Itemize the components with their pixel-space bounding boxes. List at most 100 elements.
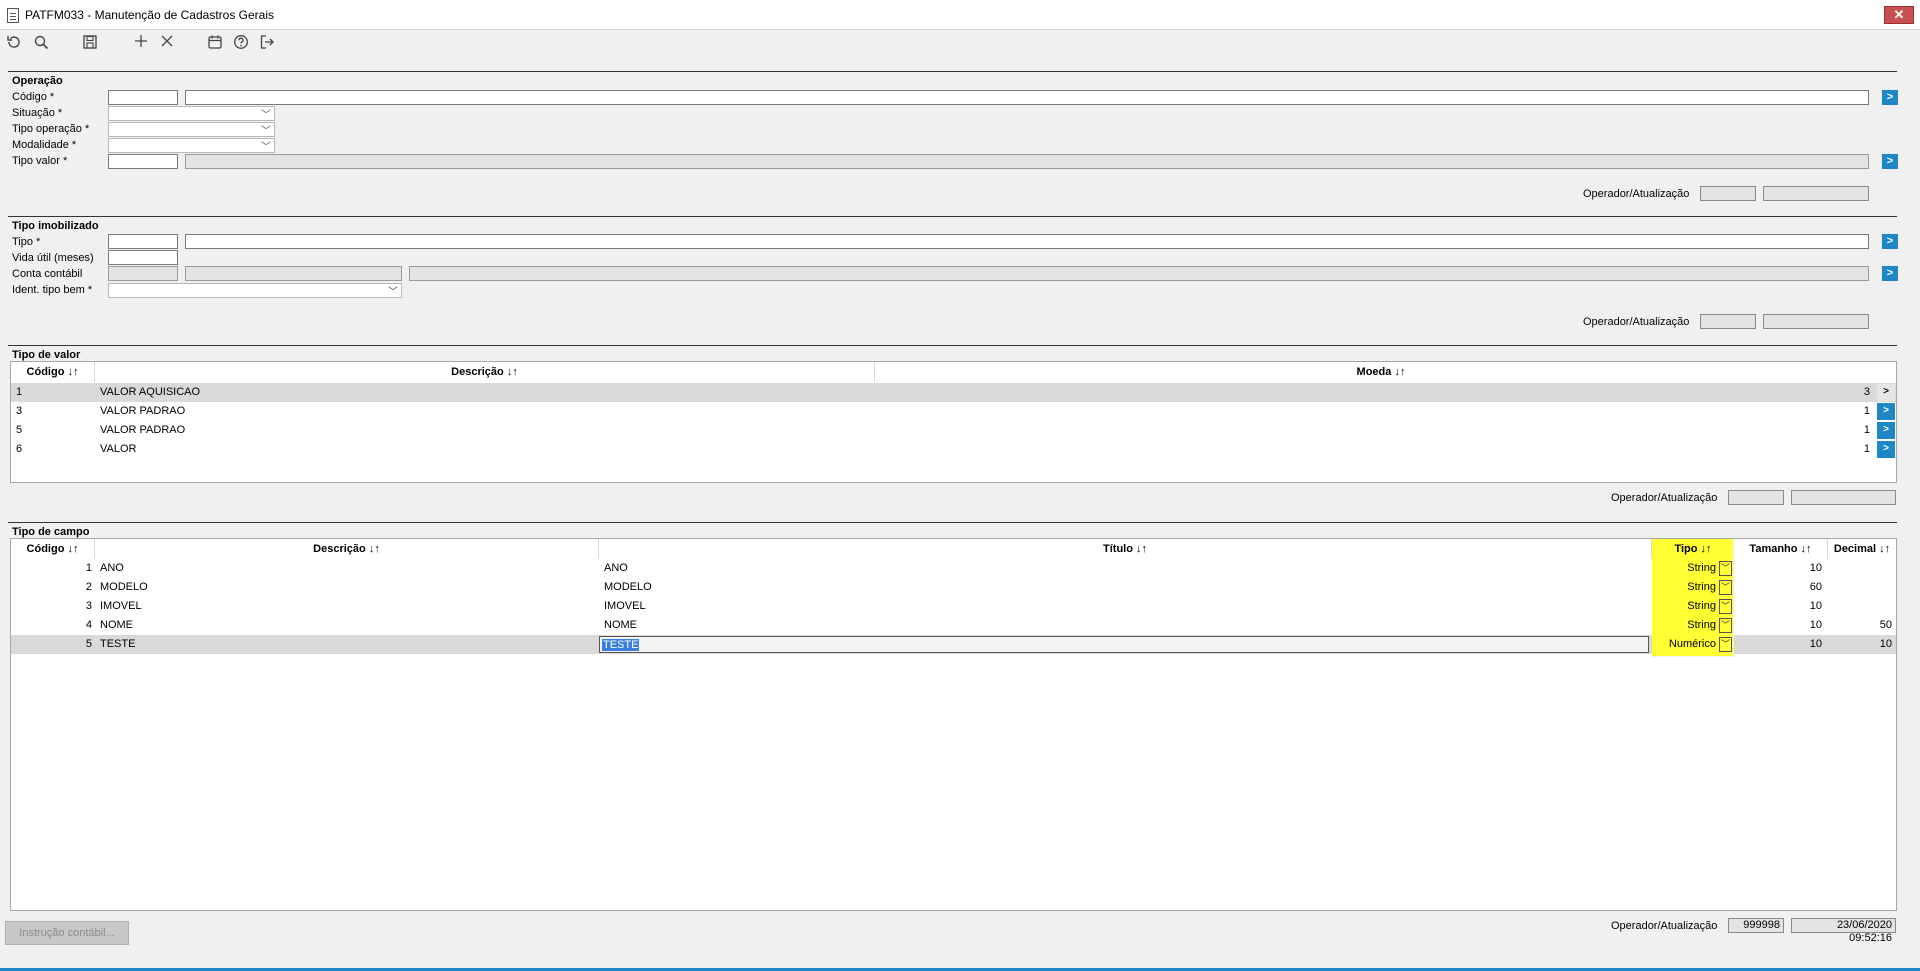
tipo-dropdown-button[interactable]: ﹀ (1719, 561, 1732, 576)
tipo-de-campo-operador-field: 999998 (1728, 918, 1784, 933)
tipo-valor-input[interactable] (108, 154, 178, 169)
cell-codigo: 2 (85, 581, 92, 593)
tipo-valor-lookup-button[interactable]: > (1882, 154, 1898, 169)
refresh-icon[interactable] (4, 34, 24, 54)
exit-icon[interactable] (257, 34, 277, 54)
chevron-down-icon: ﹀ (388, 287, 398, 298)
cell-moeda: 1 (1863, 424, 1870, 436)
table-row-selected[interactable]: 5 TESTE TESTE Numérico ﹀ 10 10 (11, 635, 1896, 654)
cell-titulo: NOME (604, 619, 637, 631)
tipo-imobilizado-operador-label: Operador/Atualização (1583, 316, 1690, 328)
row-detail-button[interactable]: > (1877, 441, 1895, 458)
col-header-codigo[interactable]: Código ↓↑ (11, 539, 95, 559)
chevron-down-icon: ﹀ (261, 126, 271, 137)
cell-descricao: MODELO (100, 581, 148, 593)
cell-tamanho: 60 (1809, 581, 1822, 593)
codigo-label: Código * (12, 91, 55, 103)
col-header-descricao[interactable]: Descrição ↓↑ (95, 539, 599, 559)
modalidade-select[interactable]: ﹀ (108, 138, 275, 153)
tipo-lookup-button[interactable]: > (1882, 234, 1898, 249)
codigo-lookup-button[interactable]: > (1882, 90, 1898, 105)
tipo-dropdown-button[interactable]: ﹀ (1719, 637, 1732, 652)
col-header-codigo[interactable]: Código ↓↑ (11, 362, 95, 382)
tipo-input[interactable] (108, 234, 178, 249)
row-detail-button[interactable]: > (1877, 403, 1895, 420)
tipo-label: Tipo * (12, 236, 41, 248)
col-header-tipo[interactable]: Tipo ↓↑ (1652, 539, 1734, 559)
cell-descricao: IMOVEL (100, 600, 142, 612)
tipo-valor-descricao (185, 154, 1869, 169)
operacao-title: Operação (12, 75, 63, 87)
table-row[interactable]: 3 VALOR PADRAO 1 > (11, 402, 1896, 421)
situacao-label: Situação * (12, 107, 63, 119)
tipo-operacao-select[interactable]: ﹀ (108, 122, 275, 137)
table-row[interactable]: 5 VALOR PADRAO 1 > (11, 421, 1896, 440)
chevron-down-icon: ﹀ (261, 142, 271, 153)
col-header-descricao[interactable]: Descrição ↓↑ (95, 362, 875, 382)
operacao-atualizacao-field (1763, 186, 1869, 201)
window-close-button[interactable]: ✕ (1884, 6, 1914, 24)
cell-descricao: ANO (100, 562, 124, 574)
close-icon[interactable] (157, 34, 177, 54)
table-row[interactable]: 2 MODELO MODELO String ﹀ 60 (11, 578, 1896, 597)
cell-moeda: 1 (1863, 443, 1870, 455)
table-row[interactable]: 4 NOME NOME String ﹀ 10 50 (11, 616, 1896, 635)
row-detail-button[interactable]: > (1877, 384, 1895, 401)
cell-decimal: 10 (1879, 638, 1892, 650)
table-row[interactable]: 6 VALOR 1 > (11, 440, 1896, 459)
cell-codigo: 5 (16, 424, 23, 436)
cell-tamanho: 10 (1809, 619, 1822, 631)
chevron-down-icon: ﹀ (261, 110, 271, 121)
col-header-tamanho[interactable]: Tamanho ↓↑ (1734, 539, 1828, 559)
ident-tipo-bem-label: Ident. tipo bem * (12, 284, 93, 296)
tipo-dropdown-button[interactable]: ﹀ (1719, 580, 1732, 595)
row-detail-button[interactable]: > (1877, 422, 1895, 439)
cell-codigo: 1 (85, 562, 92, 574)
document-icon (7, 8, 19, 23)
tipo-de-campo-table: Código ↓↑ Descrição ↓↑ Título ↓↑ Tipo ↓↑… (10, 538, 1897, 911)
tipo-de-valor-operador-field (1728, 490, 1784, 505)
tipo-dropdown-button[interactable]: ﹀ (1719, 599, 1732, 614)
help-icon[interactable] (231, 34, 251, 54)
col-header-decimal[interactable]: Decimal ↓↑ (1828, 539, 1896, 559)
tipo-de-valor-table: Código ↓↑ Descrição ↓↑ Moeda ↓↑ 1 VALOR … (10, 361, 1897, 483)
situacao-select[interactable]: ﹀ (108, 106, 275, 121)
vida-util-input[interactable] (108, 250, 178, 265)
conta-contabil-label: Conta contábil (12, 268, 83, 280)
tipo-de-valor-divider (8, 345, 1897, 346)
plus-icon[interactable] (131, 34, 151, 54)
table-row[interactable]: 1 ANO ANO String ﹀ 10 (11, 559, 1896, 578)
tipo-de-valor-operador-label: Operador/Atualização (1611, 492, 1718, 504)
tipo-de-campo-atualizacao-field: 23/06/2020 09:52:16 (1791, 918, 1896, 944)
cell-decimal (1828, 578, 1892, 597)
cell-titulo: IMOVEL (604, 600, 646, 612)
col-header-titulo[interactable]: Título ↓↑ (599, 539, 1652, 559)
ident-tipo-bem-select[interactable]: ﹀ (108, 283, 402, 298)
calendar-icon[interactable] (205, 34, 225, 54)
table-row[interactable]: 3 IMOVEL IMOVEL String ﹀ 10 (11, 597, 1896, 616)
tipo-de-campo-operador-label: Operador/Atualização (1611, 920, 1718, 932)
instrucao-contabil-button[interactable]: Instrução contábil... (5, 921, 129, 945)
cell-descricao: VALOR (100, 443, 137, 455)
table-row[interactable]: 1 VALOR AQUISICAO 3 > (11, 383, 1896, 402)
cell-descricao: VALOR AQUISICAO (100, 386, 201, 398)
tipo-descricao-input[interactable] (185, 234, 1869, 249)
toolbar (0, 30, 1920, 58)
tipo-de-campo-title: Tipo de campo (12, 526, 90, 538)
titulo-edit-input[interactable]: TESTE (599, 636, 1649, 653)
conta-contabil-lookup-button[interactable]: > (1882, 266, 1898, 281)
cell-tipo: String (1687, 581, 1716, 593)
operacao-operador-field (1700, 186, 1756, 201)
codigo-input[interactable] (108, 90, 178, 105)
tipo-dropdown-button[interactable]: ﹀ (1719, 618, 1732, 633)
codigo-descricao-input[interactable] (185, 90, 1869, 105)
col-header-moeda[interactable]: Moeda ↓↑ (875, 362, 1887, 382)
modalidade-label: Modalidade * (12, 139, 77, 151)
cell-tipo: String (1687, 619, 1716, 631)
cell-tipo: String (1687, 600, 1716, 612)
cell-codigo: 1 (16, 386, 23, 398)
window-titlebar: PATFM033 - Manutenção de Cadastros Gerai… (0, 0, 1920, 30)
search-icon[interactable] (31, 34, 51, 54)
conta-contabil-descricao (409, 266, 1869, 281)
save-icon[interactable] (80, 34, 100, 54)
